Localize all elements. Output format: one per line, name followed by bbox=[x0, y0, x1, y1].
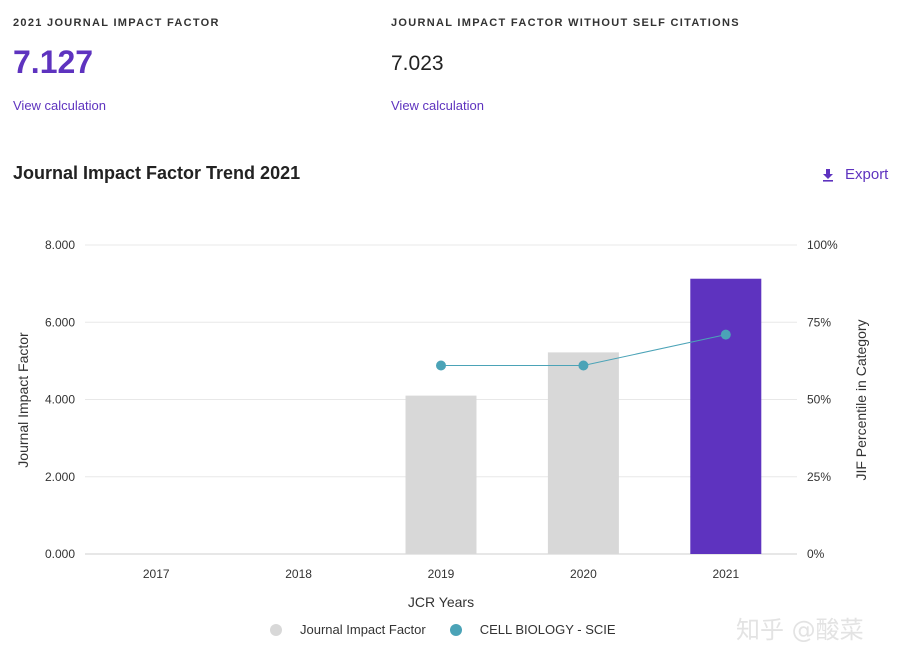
bar-2019 bbox=[405, 395, 477, 554]
chart-legend: Journal Impact Factor CELL BIOLOGY - SCI… bbox=[270, 622, 640, 637]
x-tick-label: 2018 bbox=[285, 567, 312, 581]
y-tick-label: 0.000 bbox=[45, 547, 75, 561]
percentile-point bbox=[578, 360, 589, 371]
bar-2021 bbox=[690, 278, 762, 554]
y-tick-label: 6.000 bbox=[45, 315, 75, 329]
x-tick-label: 2019 bbox=[428, 567, 455, 581]
y-axis-title: Journal Impact Factor bbox=[15, 332, 31, 468]
legend-item-category[interactable]: CELL BIOLOGY - SCIE bbox=[449, 622, 616, 637]
percentile-point bbox=[720, 329, 731, 340]
y-tick-label: 4.000 bbox=[45, 393, 75, 407]
percentile-point bbox=[436, 360, 446, 371]
legend-dot-jif bbox=[270, 623, 282, 636]
y2-tick-label: 75% bbox=[807, 315, 831, 329]
x-tick-label: 2021 bbox=[712, 567, 739, 581]
legend-label-category: CELL BIOLOGY - SCIE bbox=[479, 622, 616, 637]
y-tick-label: 2.000 bbox=[45, 470, 75, 484]
y2-tick-label: 0% bbox=[807, 547, 825, 561]
y2-tick-label: 50% bbox=[807, 393, 831, 407]
x-axis-title: JCR Years bbox=[408, 594, 474, 610]
jif-trend-chart: 0.000 2.000 4.000 6.000 8.000 0% 25% 50% 75% 100%… bbox=[15, 238, 869, 610]
legend-dot-category bbox=[449, 623, 462, 636]
bar-2020 bbox=[547, 352, 619, 554]
y2-tick-label: 100% bbox=[807, 238, 838, 252]
y2-tick-label: 25% bbox=[807, 470, 831, 484]
x-tick-label: 2017 bbox=[143, 567, 170, 581]
watermark: 知乎 @酸菜 bbox=[736, 616, 864, 644]
x-tick-label: 2020 bbox=[570, 567, 597, 581]
legend-item-jif[interactable]: Journal Impact Factor bbox=[270, 622, 426, 637]
y-tick-label: 8.000 bbox=[45, 238, 75, 252]
y2-axis-title: JIF Percentile in Category bbox=[853, 319, 869, 480]
legend-label-jif: Journal Impact Factor bbox=[300, 622, 426, 637]
